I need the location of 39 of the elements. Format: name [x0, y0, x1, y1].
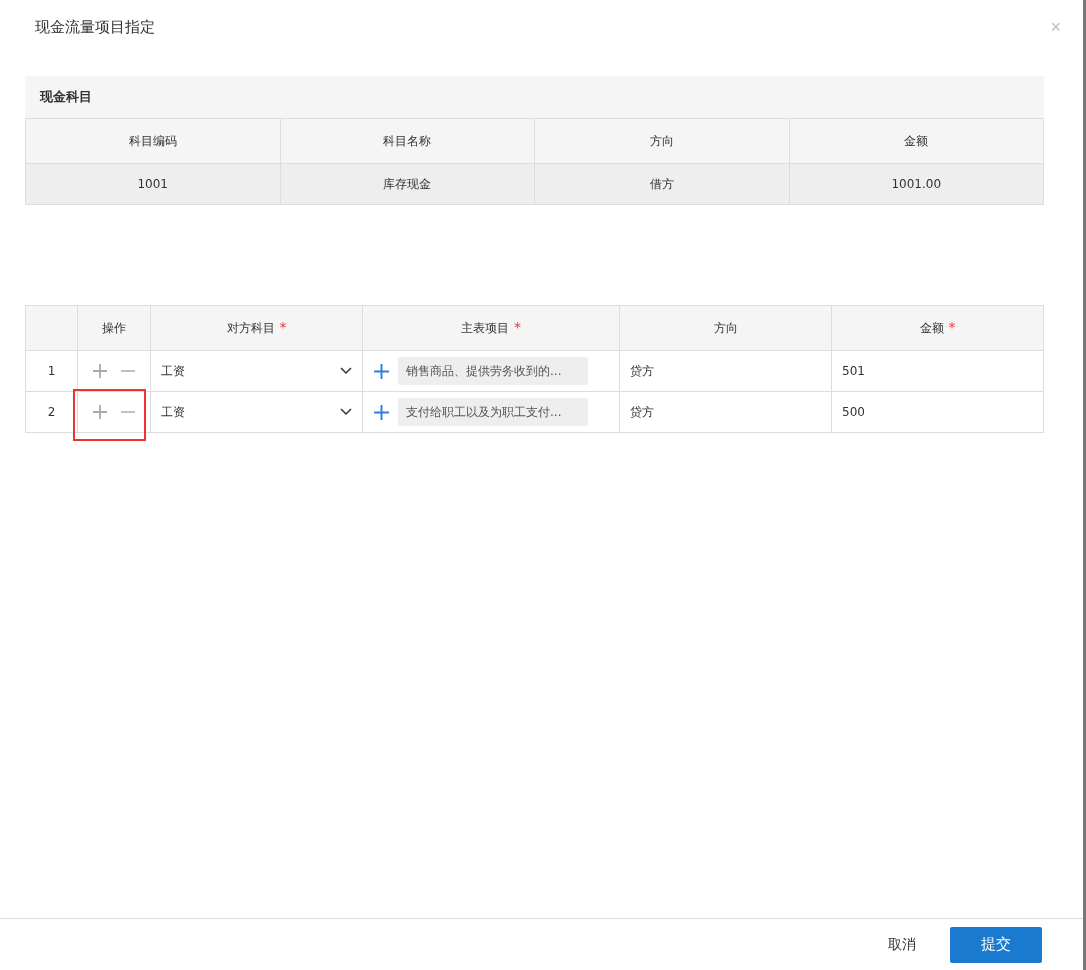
column-header: 方向 — [534, 118, 789, 164]
header-label: 方向 — [713, 320, 738, 335]
table-cell: 借方 — [534, 163, 789, 205]
amount-field[interactable]: 500 — [831, 391, 1044, 433]
plus-icon — [92, 363, 108, 379]
section-header: 现金科目 — [25, 76, 1044, 118]
cancel-button[interactable]: 取消 — [882, 934, 922, 955]
plus-icon — [373, 362, 390, 380]
column-header: 金额 — [789, 118, 1044, 164]
table-cell: 贷方 — [619, 350, 832, 392]
table-cell: 1001 — [25, 163, 280, 205]
row-number: 1 — [25, 350, 78, 392]
table-cell: 贷方 — [619, 391, 832, 433]
item-field[interactable]: 支付给职工以及为职工支付... — [398, 398, 588, 426]
add-row-button[interactable] — [92, 404, 108, 420]
column-header: 科目名称 — [280, 118, 535, 164]
required-mark: * — [279, 319, 287, 335]
add-item-button[interactable] — [373, 403, 390, 421]
header-label: 对方科目 — [226, 321, 275, 335]
header-label: 主表项目 — [461, 321, 509, 335]
item-field[interactable]: 销售商品、提供劳务收到的... — [398, 357, 588, 385]
chevron-down-icon — [340, 367, 352, 375]
column-header: 科目编码 — [25, 118, 280, 164]
table-cell: 1001.00 — [789, 163, 1044, 205]
amount-field[interactable]: 501 — [831, 350, 1044, 392]
dialog-title: 现金流量项目指定 — [35, 17, 155, 37]
add-row-button[interactable] — [92, 363, 108, 379]
plus-icon — [373, 403, 390, 421]
header-label: 操作 — [102, 320, 126, 335]
header-label: 金额 — [919, 321, 944, 335]
submit-button[interactable]: 提交 — [950, 926, 1042, 963]
chevron-down-icon — [340, 408, 352, 416]
required-mark: * — [514, 319, 521, 335]
minus-icon — [120, 370, 136, 372]
table-cell: 库存现金 — [280, 163, 535, 205]
add-item-button[interactable] — [373, 362, 390, 380]
minus-icon — [120, 411, 136, 413]
required-mark: * — [948, 319, 956, 335]
plus-icon — [92, 404, 108, 420]
